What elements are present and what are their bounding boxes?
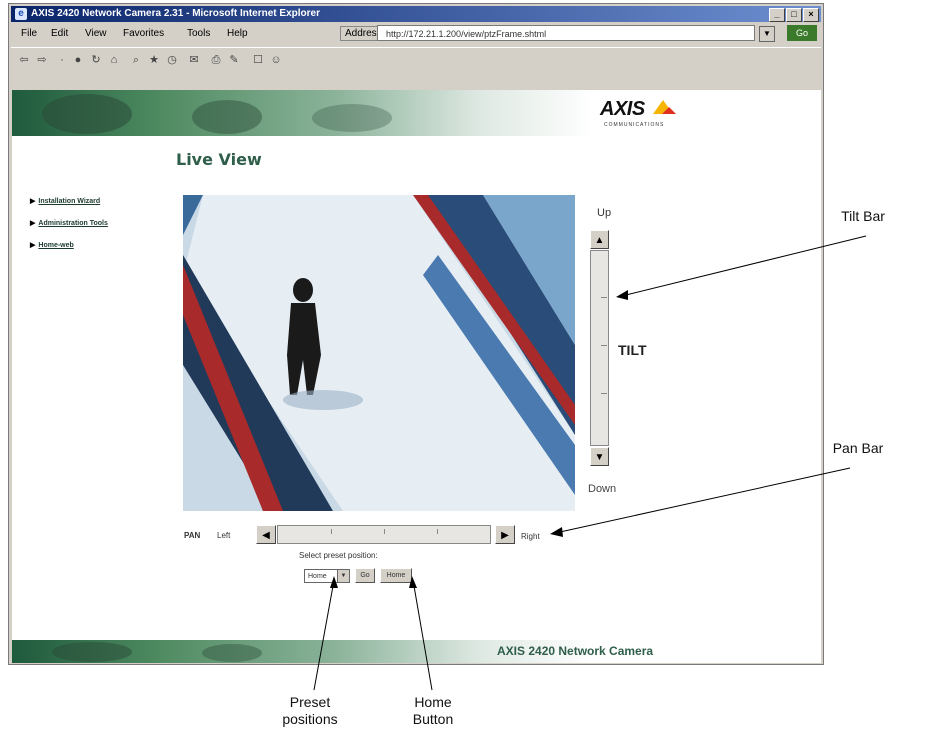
callout-lines: [313, 235, 867, 691]
callout-tilt-bar: Tilt Bar: [841, 208, 885, 224]
callout-home-line2: Button: [412, 711, 454, 727]
home-callout-arrowhead: [409, 576, 417, 588]
tilt-callout-arrowhead: [616, 290, 628, 300]
preset-callout-line: [313, 585, 334, 691]
preset-callout-arrowhead: [330, 576, 338, 588]
callout-preset-positions: Preset positions: [270, 694, 350, 728]
callout-home-button: Home Button: [398, 694, 468, 728]
callout-home-line1: Home: [414, 694, 452, 710]
pan-callout-arrowhead: [550, 527, 563, 537]
callout-pan-bar: Pan Bar: [832, 440, 884, 456]
pan-callout-line: [559, 467, 851, 533]
home-callout-line: [413, 585, 433, 691]
callout-preset-line2: positions: [282, 711, 338, 727]
callout-preset-line1: Preset: [289, 694, 331, 710]
tilt-callout-line: [625, 235, 867, 296]
